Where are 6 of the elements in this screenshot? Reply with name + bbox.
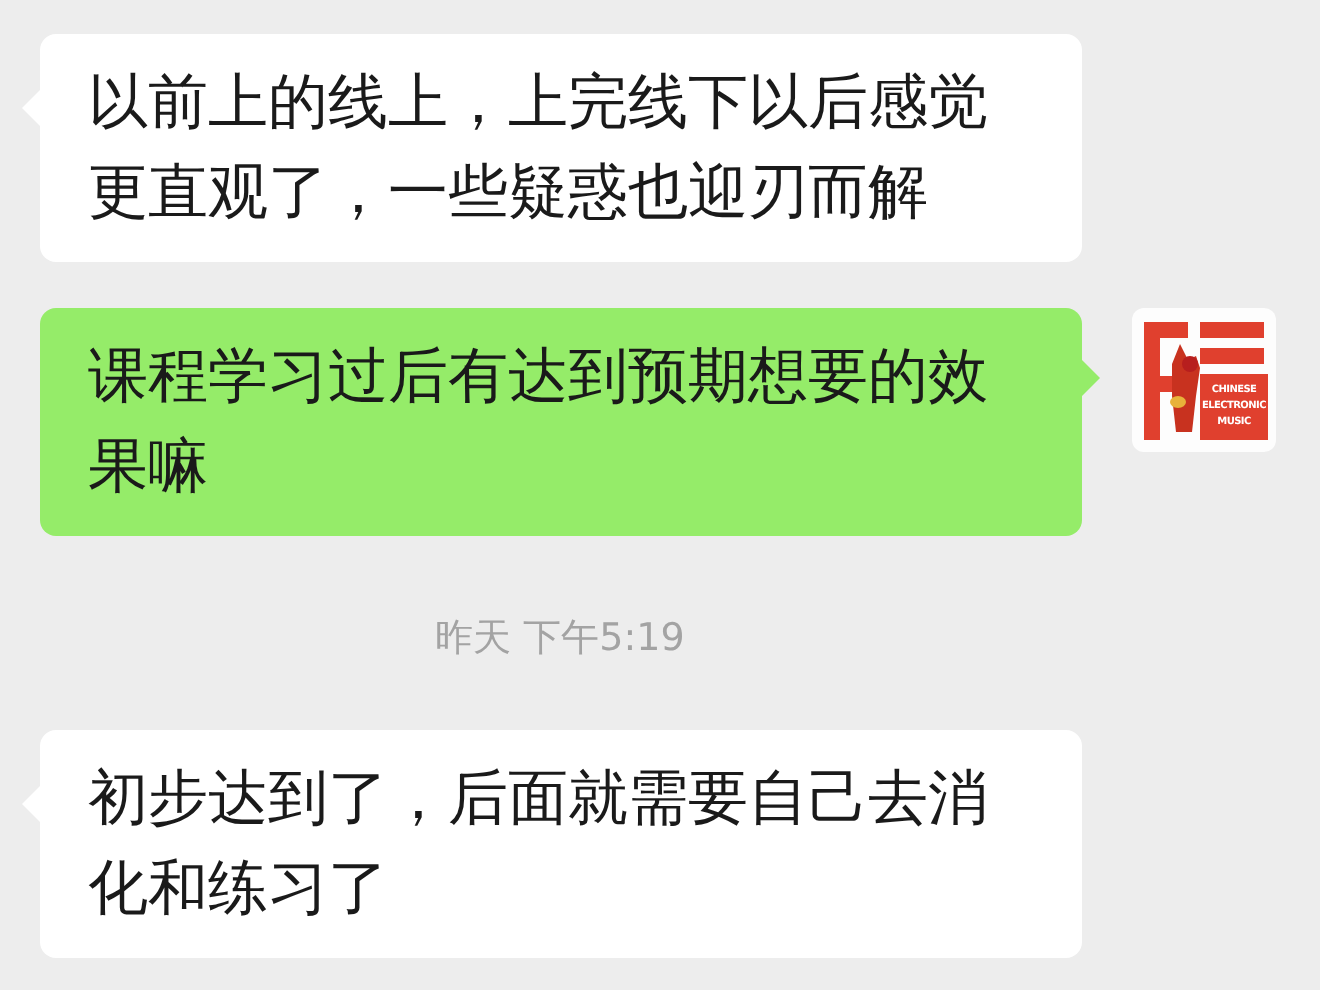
logo-drawing xyxy=(1144,322,1268,440)
message-bubble: 初步达到了，后面就需要自己去消化和练习了 xyxy=(40,730,1082,958)
timestamp: 昨天 下午5:19 xyxy=(435,614,685,664)
message-bubble: 以前上的线上，上完线下以后感觉更直观了，一些疑惑也迎刃而解 xyxy=(40,34,1082,262)
bubble-tail xyxy=(1082,360,1100,396)
message-bubble: 课程学习过后有达到预期想要的效果嘛 xyxy=(40,308,1082,536)
